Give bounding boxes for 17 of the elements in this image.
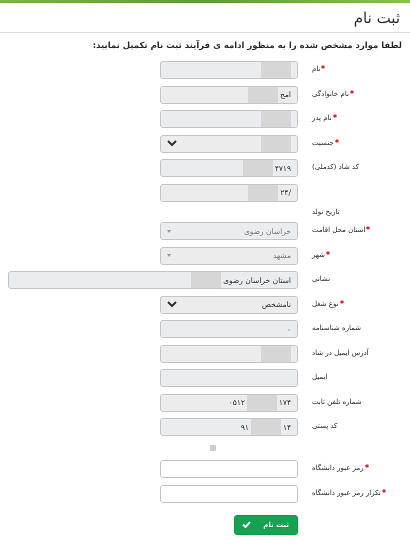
- input-field[interactable]: [160, 344, 298, 362]
- input-field[interactable]: [160, 110, 298, 128]
- dropdown-field[interactable]: [160, 134, 298, 152]
- redaction-block: [246, 394, 277, 410]
- input-field[interactable]: [160, 484, 298, 502]
- square-mark: [210, 444, 216, 450]
- dropdown-arrow-icon: [167, 230, 171, 232]
- check-icon: [242, 521, 252, 528]
- input-field[interactable]: [160, 369, 298, 387]
- dropdown-arrow-icon: [167, 254, 171, 257]
- instruction-text: لطفا موارد مشخص شده را به منظور ادامه ی فرآیند ثبت نام تکمیل نمایید:: [92, 39, 403, 51]
- chevron-down-icon: [167, 140, 177, 147]
- input-field[interactable]: [160, 460, 298, 478]
- page-title: ثبت نام: [354, 9, 400, 27]
- input-field[interactable]: [160, 61, 298, 79]
- chevron-down-icon: [167, 301, 177, 308]
- redaction-block: [250, 419, 281, 435]
